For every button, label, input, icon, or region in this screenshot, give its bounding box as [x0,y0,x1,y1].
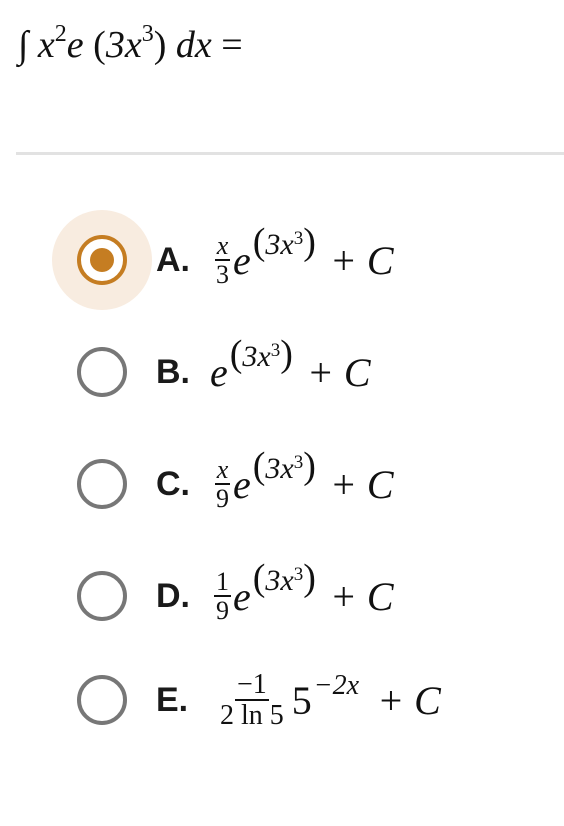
radio-selected-dot [90,248,114,272]
question-divider [16,152,564,155]
fraction: 19 [214,566,231,625]
exponent-close-paren: ) [280,333,293,375]
option-letter: E. [156,680,189,719]
exponent-power: 3 [270,340,281,361]
fraction-denominator: 9 [216,484,229,513]
fraction-numerator: x [214,230,231,261]
argument-close-paren: ) [153,24,167,66]
exponent-close-paren: ) [303,221,316,263]
option-letter: D. [156,576,190,615]
radio-button-d[interactable] [77,571,127,621]
argument-open-paren: ( [93,24,106,66]
differential: dx [175,24,212,66]
question-expression: ∫ x2e (3x3) dx = [18,22,243,66]
constant-term: + C [329,461,394,507]
option-b[interactable]: B. e (3x3) + C [52,322,552,422]
option-letter: A. [156,240,190,279]
constant-term: + C [377,677,441,723]
radio-button-c[interactable] [77,459,127,509]
fraction-denominator: 2 ln 5 [220,700,284,731]
radio-button-b[interactable] [77,347,127,397]
equals-sign: = [221,24,243,66]
exp-base: e [210,349,228,395]
option-e[interactable]: E. −1 2 ln 5 5 −2x + C [52,650,552,750]
exponent-body: 3x [265,452,294,485]
radio-button-e[interactable] [77,675,127,725]
exponent-open-paren: ( [252,221,266,263]
exponent: −2x [313,670,360,701]
option-expression: x9 e (3x3) + C [212,445,394,513]
option-expression: e (3x3) + C [210,333,371,396]
constant-term: + C [306,349,371,395]
constant-term: + C [329,573,394,619]
argument-body: 3x [105,24,142,66]
radio-button-a[interactable] [77,235,127,285]
constant-term: + C [329,237,394,283]
exponent-body: 3x [265,228,294,261]
integrand-function: e [66,24,84,66]
option-expression: 19 e (3x3) + C [212,557,394,625]
option-c[interactable]: C. x9 e (3x3) + C [52,434,552,534]
exponent: (3x3) [230,332,293,376]
exponent-open-paren: ( [229,333,243,375]
integrand-exponent: 2 [54,21,67,47]
exp-base: e [233,573,251,619]
option-d[interactable]: D. 19 e (3x3) + C [52,546,552,646]
exponent-power: 3 [293,564,304,585]
fraction: x9 [214,454,231,513]
option-letter: B. [156,352,190,391]
exponent-power: 3 [293,228,304,249]
argument-exponent: 3 [141,21,154,47]
fraction-numerator: x [214,454,231,485]
option-expression: −1 2 ln 5 5 −2x + C [216,668,441,731]
exponent-open-paren: ( [252,445,266,487]
exponent-body: 3x [242,340,271,373]
integrand-base: x [37,24,55,66]
exponent: (3x3) [253,444,316,488]
exp-base: e [233,461,251,507]
exponent-power: 3 [293,452,304,473]
option-expression: x3 e (3x3) + C [212,221,394,289]
exponent-close-paren: ) [303,557,316,599]
fraction-denominator: 3 [216,260,229,289]
fraction-numerator: −1 [234,668,269,701]
fraction-numerator: 1 [214,566,231,597]
exponent-close-paren: ) [303,445,316,487]
exponent-open-paren: ( [252,557,266,599]
exponent-body: 3x [265,564,294,597]
fraction: x3 [214,230,231,289]
integral-sign: ∫ [18,24,29,66]
exp-base: 5 [291,677,312,723]
fraction-denominator: 9 [216,596,229,625]
exponent: (3x3) [253,220,316,264]
option-letter: C. [156,464,190,503]
option-a[interactable]: A. x3 e (3x3) + C [52,210,552,310]
fraction: −1 2 ln 5 [218,668,286,731]
exponent: (3x3) [253,556,316,600]
exp-base: e [233,237,251,283]
